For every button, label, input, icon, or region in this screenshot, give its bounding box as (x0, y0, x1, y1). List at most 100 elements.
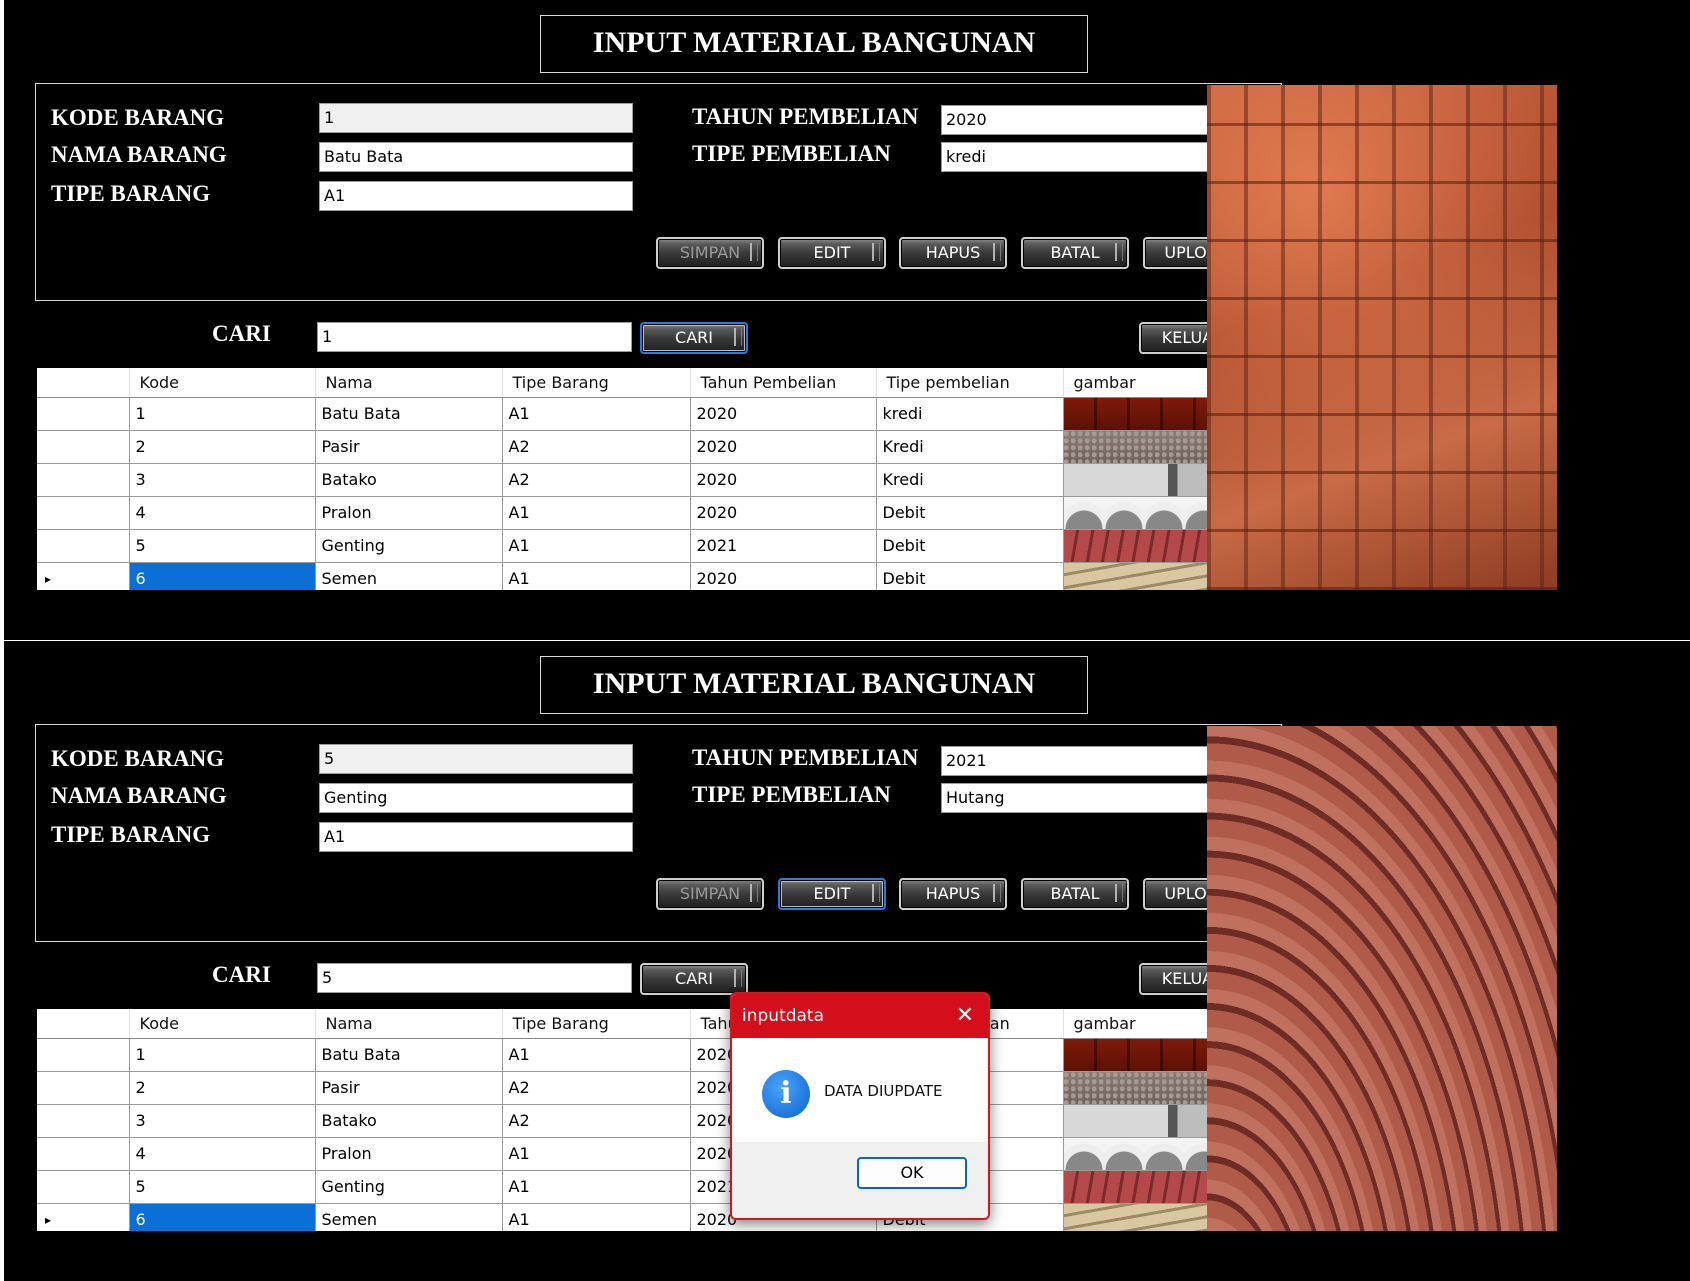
table-row[interactable]: 4PralonA12020Debit (37, 496, 1254, 530)
hapus-button[interactable]: HAPUS (899, 237, 1007, 269)
cell-kode[interactable]: 2 (129, 1071, 316, 1105)
row-header[interactable] (37, 1071, 130, 1105)
cell-tipe-barang[interactable]: A2 (502, 1104, 691, 1138)
cell-tipe-pembelian[interactable]: Kredi (876, 430, 1064, 464)
cell-tipe-barang[interactable]: A1 (502, 529, 691, 563)
row-header[interactable] (37, 463, 130, 497)
cell-tahun-pembelian[interactable]: 2021 (690, 529, 877, 563)
batal-button[interactable]: BATAL (1021, 237, 1129, 269)
cell-nama[interactable]: Pasir (315, 1071, 503, 1105)
tipe-barang-field[interactable]: A1 (319, 822, 633, 852)
hapus-button[interactable]: HAPUS (899, 878, 1007, 910)
ok-button[interactable]: OK (857, 1157, 967, 1189)
cell-nama[interactable]: Pasir (315, 430, 503, 464)
cell-kode[interactable]: 2 (129, 430, 316, 464)
row-header[interactable] (37, 1170, 130, 1204)
kode-barang-field[interactable]: 1 (319, 103, 633, 133)
column-header-kode[interactable]: Kode (129, 1009, 316, 1039)
table-row[interactable]: 3BatakoA22020Kredi (37, 463, 1254, 497)
column-header-nama[interactable]: Nama (315, 368, 503, 398)
cell-tipe-barang[interactable]: A1 (502, 1137, 691, 1171)
cell-tipe-barang[interactable]: A2 (502, 463, 691, 497)
simpan-button[interactable]: SIMPAN (656, 878, 764, 910)
edit-button[interactable]: EDIT (778, 878, 886, 910)
table-row[interactable]: 1Batu BataA12020kredi (37, 397, 1254, 431)
cell-nama[interactable]: Semen (315, 1203, 503, 1231)
batal-button[interactable]: BATAL (1021, 878, 1129, 910)
cari-field[interactable]: 5 (317, 963, 632, 993)
cell-tipe-pembelian[interactable]: Debit (876, 562, 1064, 590)
cell-nama[interactable]: Batako (315, 463, 503, 497)
cell-tipe-pembelian[interactable]: Kredi (876, 463, 1064, 497)
nama-barang-field[interactable]: Batu Bata (319, 142, 633, 172)
kode-barang-field[interactable]: 5 (319, 744, 633, 774)
table-row[interactable]: 2PasirA22020Kredi (37, 1071, 1254, 1105)
cell-tipe-pembelian[interactable]: Debit (876, 529, 1064, 563)
cari-button[interactable]: CARI (640, 963, 748, 995)
cell-tahun-pembelian[interactable]: 2020 (690, 562, 877, 590)
table-row[interactable]: 3BatakoA22020Kredi (37, 1104, 1254, 1138)
row-header[interactable] (37, 430, 130, 464)
column-header-tahun-pembelian[interactable]: Tahun Pembelian (690, 368, 877, 398)
row-header[interactable] (37, 496, 130, 530)
cell-kode[interactable]: 5 (129, 1170, 316, 1204)
cell-tahun-pembelian[interactable]: 2020 (690, 463, 877, 497)
cell-tipe-barang[interactable]: A1 (502, 562, 691, 590)
cell-tahun-pembelian[interactable]: 2020 (690, 397, 877, 431)
cell-tipe-barang[interactable]: A1 (502, 397, 691, 431)
cell-tipe-pembelian[interactable]: Debit (876, 496, 1064, 530)
column-header-tipe-pembelian[interactable]: Tipe pembelian (876, 368, 1064, 398)
close-icon[interactable]: ✕ (956, 994, 974, 1038)
cell-tipe-barang[interactable]: A1 (502, 1203, 691, 1231)
table-row[interactable]: 5GentingA12021Debit (37, 1170, 1254, 1204)
column-header-nama[interactable]: Nama (315, 1009, 503, 1039)
cell-nama[interactable]: Genting (315, 529, 503, 563)
row-header[interactable]: ▸ (37, 562, 130, 590)
row-header[interactable] (37, 1038, 130, 1072)
cell-kode[interactable]: 6 (129, 562, 316, 590)
data-grid[interactable]: Kode Nama Tipe Barang Tahun Pembelian Ti… (37, 368, 1283, 590)
cell-tahun-pembelian[interactable]: 2020 (690, 496, 877, 530)
row-header[interactable] (37, 529, 130, 563)
column-header-tipe-barang[interactable]: Tipe Barang (502, 368, 691, 398)
table-row[interactable]: ▸6SemenA12020Debit (37, 1203, 1254, 1231)
cell-kode[interactable]: 3 (129, 463, 316, 497)
cell-tipe-barang[interactable]: A2 (502, 1071, 691, 1105)
cell-kode[interactable]: 6 (129, 1203, 316, 1231)
column-header-tipe-barang[interactable]: Tipe Barang (502, 1009, 691, 1039)
cari-field[interactable]: 1 (317, 322, 632, 352)
data-grid[interactable]: Kode Nama Tipe Barang Tahun Pembelian Ti… (37, 1009, 1283, 1231)
nama-barang-field[interactable]: Genting (319, 783, 633, 813)
table-row[interactable]: 1Batu BataA12020kredi (37, 1038, 1254, 1072)
simpan-button[interactable]: SIMPAN (656, 237, 764, 269)
cell-nama[interactable]: Pralon (315, 1137, 503, 1171)
cell-nama[interactable]: Semen (315, 562, 503, 590)
cell-nama[interactable]: Batu Bata (315, 397, 503, 431)
cell-nama[interactable]: Pralon (315, 496, 503, 530)
cell-tipe-pembelian[interactable]: kredi (876, 397, 1064, 431)
cari-button[interactable]: CARI (640, 322, 748, 354)
row-header[interactable]: ▸ (37, 1203, 130, 1231)
cell-kode[interactable]: 1 (129, 397, 316, 431)
cell-tipe-barang[interactable]: A2 (502, 430, 691, 464)
table-row[interactable]: ▸6SemenA12020Debit (37, 562, 1254, 590)
cell-tipe-barang[interactable]: A1 (502, 1038, 691, 1072)
cell-kode[interactable]: 1 (129, 1038, 316, 1072)
table-row[interactable]: 2PasirA22020Kredi (37, 430, 1254, 464)
cell-nama[interactable]: Batu Bata (315, 1038, 503, 1072)
tipe-barang-field[interactable]: A1 (319, 181, 633, 211)
cell-nama[interactable]: Batako (315, 1104, 503, 1138)
cell-tahun-pembelian[interactable]: 2020 (690, 430, 877, 464)
table-row[interactable]: 4PralonA12020Debit (37, 1137, 1254, 1171)
column-header-kode[interactable]: Kode (129, 368, 316, 398)
cell-tipe-barang[interactable]: A1 (502, 496, 691, 530)
row-header[interactable] (37, 1137, 130, 1171)
table-row[interactable]: 5GentingA12021Debit (37, 529, 1254, 563)
cell-kode[interactable]: 3 (129, 1104, 316, 1138)
cell-kode[interactable]: 4 (129, 1137, 316, 1171)
cell-tipe-barang[interactable]: A1 (502, 1170, 691, 1204)
cell-kode[interactable]: 4 (129, 496, 316, 530)
row-header[interactable] (37, 397, 130, 431)
row-header[interactable] (37, 1104, 130, 1138)
edit-button[interactable]: EDIT (778, 237, 886, 269)
